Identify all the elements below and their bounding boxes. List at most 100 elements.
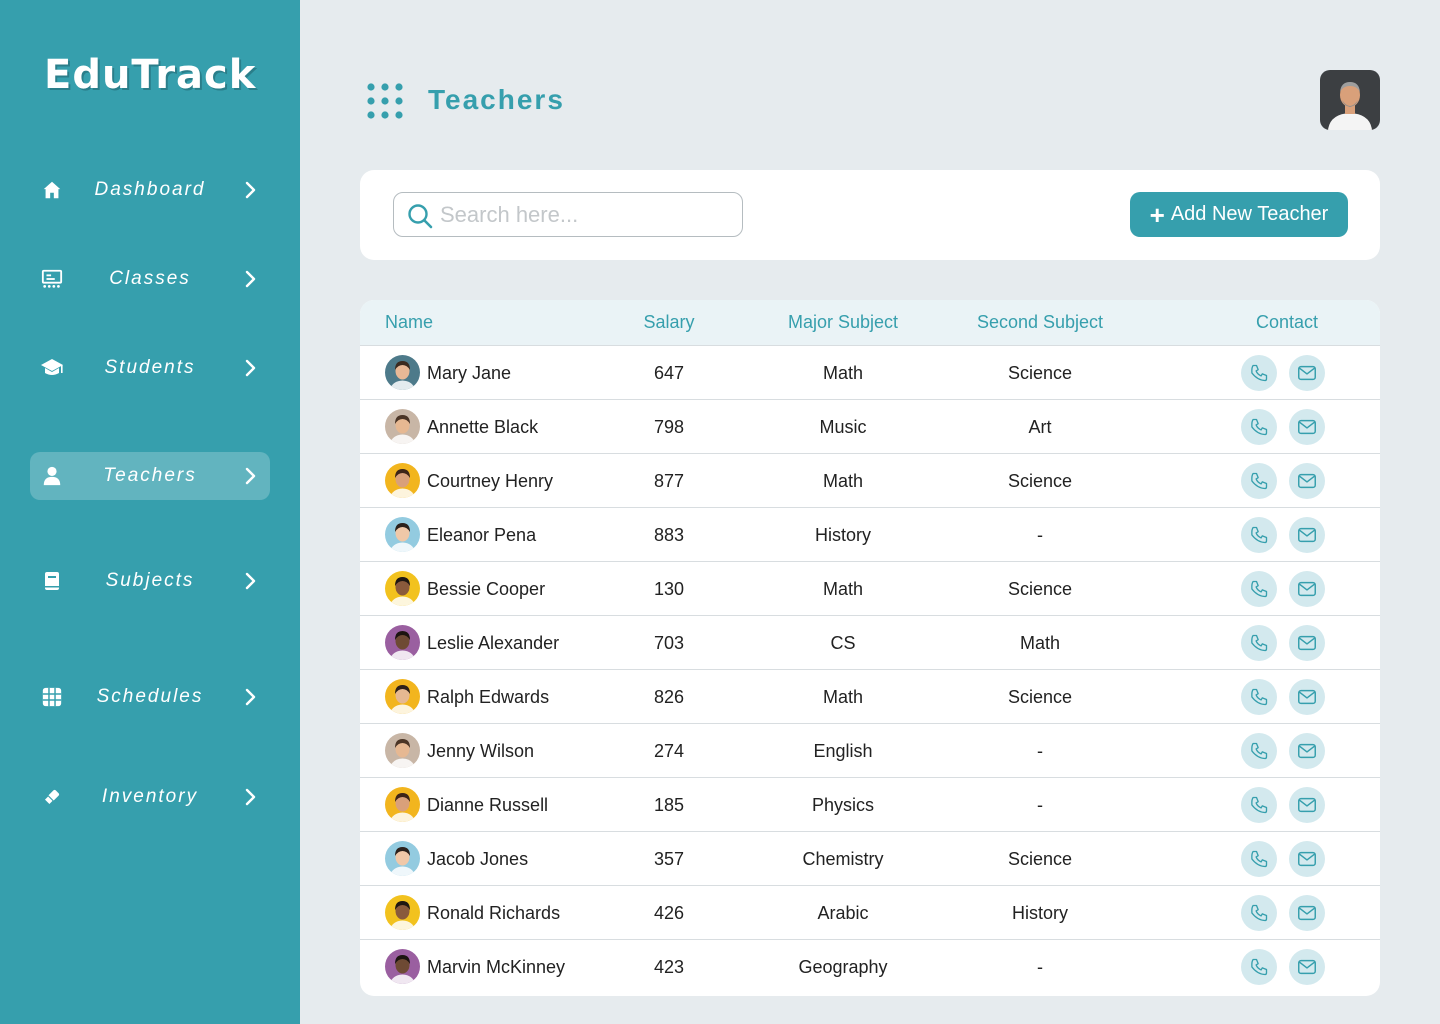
teacher-major-subject: History xyxy=(814,525,871,545)
teacher-avatar xyxy=(385,517,420,552)
email-button[interactable] xyxy=(1289,409,1325,445)
sidebar-item-students[interactable]: Students xyxy=(30,344,270,392)
table-row[interactable]: Eleanor Pena 883 History - xyxy=(360,507,1380,561)
teacher-name: Ralph Edwards xyxy=(427,687,550,707)
mail-icon xyxy=(1296,902,1318,924)
phone-button[interactable] xyxy=(1241,355,1277,391)
phone-button[interactable] xyxy=(1241,571,1277,607)
book-icon xyxy=(40,569,64,593)
column-header-name[interactable]: Name xyxy=(385,312,433,333)
search-box[interactable] xyxy=(393,192,743,237)
sidebar-item-schedules[interactable]: Schedules xyxy=(30,673,270,721)
teacher-major-subject: Math xyxy=(822,579,864,599)
sidebar-item-subjects[interactable]: Subjects xyxy=(30,557,270,605)
chevron-right-icon xyxy=(240,687,260,707)
teacher-name: Jenny Wilson xyxy=(427,741,535,761)
chevron-right-icon xyxy=(240,571,260,591)
mail-icon xyxy=(1296,470,1318,492)
phone-button[interactable] xyxy=(1241,625,1277,661)
sidebar-item-classes[interactable]: Classes xyxy=(30,255,270,303)
phone-button[interactable] xyxy=(1241,949,1277,985)
phone-button[interactable] xyxy=(1241,733,1277,769)
mail-icon xyxy=(1296,956,1318,978)
sidebar-item-inventory[interactable]: Inventory xyxy=(30,773,270,821)
add-new-teacher-button[interactable]: + Add New Teacher xyxy=(1130,192,1348,237)
email-button[interactable] xyxy=(1289,949,1325,985)
teacher-salary: 883 xyxy=(653,525,685,545)
sidebar-item-label: Inventory xyxy=(101,786,199,807)
table-row[interactable]: Ronald Richards 426 Arabic History xyxy=(360,885,1380,939)
email-button[interactable] xyxy=(1289,895,1325,931)
table-row[interactable]: Jacob Jones 357 Chemistry Science xyxy=(360,831,1380,885)
table-row[interactable]: Marvin McKinney 423 Geography - xyxy=(360,939,1380,993)
app-logo[interactable]: EduTrack xyxy=(44,52,256,98)
email-button[interactable] xyxy=(1289,679,1325,715)
mail-icon xyxy=(1296,686,1318,708)
email-button[interactable] xyxy=(1289,733,1325,769)
phone-button[interactable] xyxy=(1241,895,1277,931)
phone-button[interactable] xyxy=(1241,787,1277,823)
sidebar-item-label: Classes xyxy=(109,268,191,289)
teacher-avatar xyxy=(385,355,420,390)
phone-icon xyxy=(1249,525,1269,545)
mail-icon xyxy=(1296,524,1318,546)
teacher-salary: 357 xyxy=(653,849,685,869)
sidebar-item-dashboard[interactable]: Dashboard xyxy=(30,166,270,214)
email-button[interactable] xyxy=(1289,841,1325,877)
teacher-avatar xyxy=(385,571,420,606)
phone-button[interactable] xyxy=(1241,517,1277,553)
table-row[interactable]: Dianne Russell 185 Physics - xyxy=(360,777,1380,831)
table-row[interactable]: Courtney Henry 877 Math Science xyxy=(360,453,1380,507)
teacher-second-subject: - xyxy=(1037,795,1043,815)
search-input[interactable] xyxy=(440,199,730,231)
column-header-second-subject[interactable]: Second Subject xyxy=(950,312,1130,333)
phone-icon xyxy=(1249,417,1269,437)
teacher-second-subject: - xyxy=(1037,525,1043,545)
table-row[interactable]: Leslie Alexander 703 CS Math xyxy=(360,615,1380,669)
email-button[interactable] xyxy=(1289,787,1325,823)
phone-icon xyxy=(1249,579,1269,599)
phone-button[interactable] xyxy=(1241,463,1277,499)
column-header-contact: Contact xyxy=(1255,312,1319,332)
teacher-second-subject: Math xyxy=(1019,633,1061,653)
teacher-second-subject: Science xyxy=(1007,849,1073,869)
user-avatar[interactable] xyxy=(1320,70,1380,130)
teacher-avatar xyxy=(385,463,420,498)
chevron-right-icon xyxy=(240,180,260,200)
mail-icon xyxy=(1296,632,1318,654)
table-row[interactable]: Mary Jane 647 Math Science xyxy=(360,345,1380,399)
phone-icon xyxy=(1249,687,1269,707)
column-header-salary[interactable]: Salary xyxy=(609,312,729,333)
phone-button[interactable] xyxy=(1241,409,1277,445)
teacher-name: Courtney Henry xyxy=(427,471,554,491)
teacher-salary: 703 xyxy=(653,633,685,653)
table-row[interactable]: Annette Black 798 Music Art xyxy=(360,399,1380,453)
eraser-icon xyxy=(40,785,64,809)
email-button[interactable] xyxy=(1289,463,1325,499)
sidebar-item-label: Students xyxy=(104,357,196,378)
chevron-right-icon xyxy=(240,787,260,807)
table-row[interactable]: Bessie Cooper 130 Math Science xyxy=(360,561,1380,615)
email-button[interactable] xyxy=(1289,355,1325,391)
apps-grid-icon[interactable] xyxy=(366,82,404,120)
email-button[interactable] xyxy=(1289,517,1325,553)
mail-icon xyxy=(1296,794,1318,816)
sidebar-item-label: Schedules xyxy=(96,686,204,707)
phone-button[interactable] xyxy=(1241,841,1277,877)
column-header-major-subject[interactable]: Major Subject xyxy=(763,312,923,333)
sidebar-item-teachers[interactable]: Teachers xyxy=(30,452,270,500)
table-row[interactable]: Ralph Edwards 826 Math Science xyxy=(360,669,1380,723)
teacher-major-subject: Geography xyxy=(798,957,888,977)
phone-button[interactable] xyxy=(1241,679,1277,715)
teacher-name: Eleanor Pena xyxy=(427,525,537,545)
email-button[interactable] xyxy=(1289,625,1325,661)
email-button[interactable] xyxy=(1289,571,1325,607)
teacher-name: Bessie Cooper xyxy=(427,579,546,599)
toolbar: + Add New Teacher xyxy=(360,170,1380,260)
mail-icon xyxy=(1296,740,1318,762)
table-row[interactable]: Jenny Wilson 274 English - xyxy=(360,723,1380,777)
classes-icon xyxy=(40,267,64,291)
teacher-avatar xyxy=(385,841,420,876)
teacher-second-subject: History xyxy=(1011,903,1068,923)
teacher-major-subject: Math xyxy=(822,687,864,707)
